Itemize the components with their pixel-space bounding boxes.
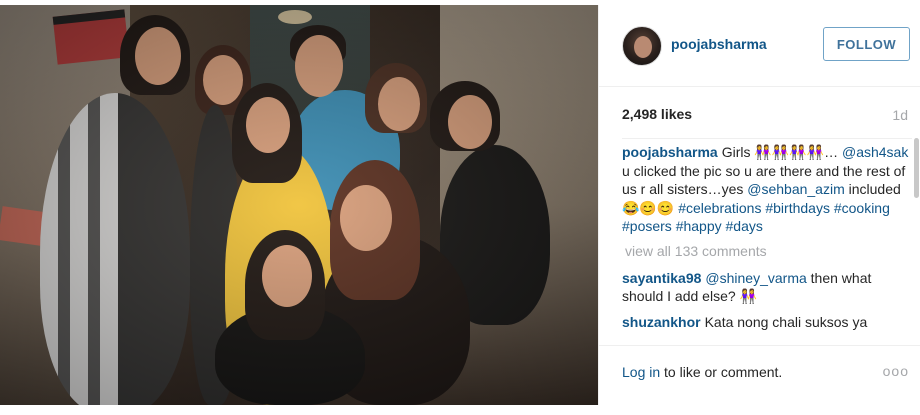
login-link[interactable]: Log in (622, 364, 660, 380)
caption-text-1: Girls 👭👭👭👭… (721, 144, 839, 160)
comment-mention[interactable]: @shiney_varma (705, 270, 806, 286)
post-header: poojabsharma FOLLOW (599, 5, 920, 87)
comment-item: sayantika98 @shiney_varma then what shoul… (622, 269, 912, 306)
header-username[interactable]: poojabsharma (671, 36, 767, 52)
post-photo[interactable] (0, 5, 598, 405)
caption-mention-1[interactable]: @ash4sak (842, 144, 908, 160)
view-all-comments-link[interactable]: view all 133 comments (625, 243, 912, 259)
comments-scrollbar[interactable] (914, 138, 919, 198)
comment-username[interactable]: shuzankhor (622, 314, 701, 330)
more-options-icon[interactable]: ooo (883, 363, 909, 379)
login-prompt: Log in to like or comment. (622, 364, 782, 380)
photo-vignette (0, 5, 598, 405)
comments-list[interactable]: poojabsharma Girls 👭👭👭👭… @ash4sak u click… (622, 138, 912, 345)
caption: poojabsharma Girls 👭👭👭👭… @ash4sak u click… (622, 143, 912, 236)
avatar[interactable] (622, 26, 662, 66)
comment-username[interactable]: sayantika98 (622, 270, 701, 286)
comment-item: shuzankhor Kata nong chali suksos ya (622, 313, 912, 332)
likes-count[interactable]: 2,498 likes (622, 106, 692, 122)
comment-text: Kata nong chali suksos ya (704, 313, 868, 330)
login-prompt-rest: to like or comment. (660, 364, 783, 380)
post-footer: Log in to like or comment. ooo (599, 345, 920, 405)
post-time[interactable]: 1d (892, 107, 908, 123)
post-side-panel: poojabsharma FOLLOW 2,498 likes 1d pooja… (598, 5, 920, 405)
follow-button[interactable]: FOLLOW (823, 27, 910, 61)
caption-username[interactable]: poojabsharma (622, 144, 718, 160)
caption-mention-2[interactable]: @sehban_azim (747, 181, 845, 197)
